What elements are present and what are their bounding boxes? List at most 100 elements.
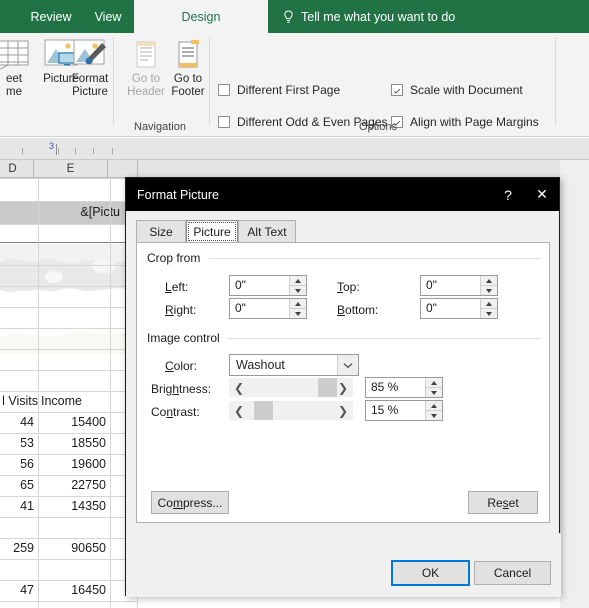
different-first-page-label: Different First Page: [237, 83, 341, 97]
table-row[interactable]: 53: [0, 436, 34, 450]
stepper-down[interactable]: [290, 309, 306, 318]
ribbon-tab-design[interactable]: Design: [134, 0, 268, 33]
ribbon-tab-review[interactable]: Review: [20, 0, 82, 33]
ribbon-content: eet me Picture Format Picture Go to Head…: [0, 33, 589, 137]
stepper-down[interactable]: [481, 309, 497, 318]
contrast-value: 15 %: [371, 403, 399, 417]
color-combo[interactable]: Washout: [229, 354, 359, 376]
table-row[interactable]: 16450: [41, 583, 106, 597]
table-row[interactable]: 259: [0, 541, 34, 555]
stepper-down[interactable]: [481, 286, 497, 295]
crop-top-stepper[interactable]: [480, 276, 497, 295]
chevron-down-icon[interactable]: [337, 355, 358, 375]
crop-top-value: 0": [426, 278, 437, 292]
align-with-page-margins-label: Align with Page Margins: [410, 115, 539, 129]
crop-right-field[interactable]: 0": [229, 298, 307, 319]
tell-me-search[interactable]: Tell me what you want to do: [283, 0, 455, 33]
picture-header-cell[interactable]: &[Pictu: [0, 205, 120, 219]
crop-right-label: Right:: [165, 303, 197, 317]
tab-size[interactable]: Size: [136, 220, 186, 242]
brightness-value: 85 %: [371, 380, 399, 394]
stepper-up[interactable]: [481, 299, 497, 308]
table-row[interactable]: 47: [0, 583, 34, 597]
scale-with-document-checkbox[interactable]: Scale with Document: [391, 83, 523, 97]
table-row[interactable]: 41: [0, 499, 34, 513]
ribbon-tab-review-label: Review: [30, 9, 72, 24]
slider-increase-icon[interactable]: ❯: [333, 378, 353, 397]
crop-left-label: Left:: [165, 280, 189, 294]
go-to-footer-button[interactable]: Go to Footer: [160, 37, 216, 99]
crop-from-group-rule: [209, 258, 541, 259]
cancel-button[interactable]: Cancel: [474, 561, 551, 585]
ok-button-label: OK: [421, 566, 440, 580]
question-mark-icon[interactable]: ?: [491, 178, 525, 211]
stepper-up[interactable]: [426, 401, 442, 410]
group-separator-options: [209, 37, 210, 125]
contrast-field[interactable]: 15 %: [365, 400, 443, 421]
different-first-page-checkbox[interactable]: Different First Page: [218, 83, 340, 97]
crop-bottom-field[interactable]: 0": [420, 298, 498, 319]
contrast-slider[interactable]: ❮ ❯: [229, 401, 353, 420]
column-header-d[interactable]: D: [0, 160, 34, 178]
tab-picture[interactable]: Picture: [186, 220, 238, 243]
crop-left-stepper[interactable]: [289, 276, 306, 295]
dialog-tab-strip: Size Picture Alt Text: [136, 220, 559, 243]
cancel-button-label: Cancel: [493, 566, 532, 580]
checkbox-box: [218, 84, 230, 96]
crop-from-group-label: Crop from: [147, 251, 207, 265]
contrast-slider-thumb[interactable]: [254, 401, 273, 420]
contrast-label: Contrast:: [151, 405, 200, 419]
tab-alt-text[interactable]: Alt Text: [238, 220, 296, 242]
image-control-group-label: Image control: [147, 331, 226, 345]
table-row[interactable]: 15400: [41, 415, 106, 429]
table-row[interactable]: 22750: [41, 478, 106, 492]
stepper-up[interactable]: [290, 299, 306, 308]
table-row[interactable]: 18550: [41, 436, 106, 450]
crop-top-field[interactable]: 0": [420, 275, 498, 296]
ruler-number: 3: [49, 141, 55, 151]
close-icon[interactable]: ✕: [525, 178, 559, 211]
image-control-group-rule: [227, 338, 541, 339]
dialog-title-bar[interactable]: Format Picture ? ✕: [126, 178, 559, 211]
group-separator-right: [555, 37, 556, 125]
stepper-down[interactable]: [426, 388, 442, 397]
ribbon-tab-view-label: View: [94, 9, 122, 24]
table-row[interactable]: 14350: [41, 499, 106, 513]
compress-button[interactable]: Compress...: [151, 491, 229, 514]
format-picture-button[interactable]: Format Picture: [62, 37, 118, 99]
table-row[interactable]: 90650: [41, 541, 106, 555]
go-to-footer-label-1: Go to: [173, 73, 203, 85]
color-label: Color:: [165, 359, 198, 373]
format-picture-label-1: Format: [71, 73, 109, 85]
slider-decrease-icon[interactable]: ❮: [229, 378, 249, 397]
ok-button[interactable]: OK: [391, 560, 470, 586]
stepper-down[interactable]: [426, 411, 442, 420]
stepper-up[interactable]: [426, 378, 442, 387]
reset-button[interactable]: Reset: [468, 491, 538, 514]
table-row[interactable]: 65: [0, 478, 34, 492]
crop-left-field[interactable]: 0": [229, 275, 307, 296]
stepper-up[interactable]: [290, 276, 306, 285]
column-header-e[interactable]: E: [34, 160, 108, 178]
slider-increase-icon[interactable]: ❯: [333, 401, 353, 420]
slider-decrease-icon[interactable]: ❮: [229, 401, 249, 420]
lightbulb-icon: [283, 9, 294, 24]
table-row[interactable]: 19600: [41, 457, 106, 471]
brightness-stepper[interactable]: [425, 378, 442, 397]
brightness-field[interactable]: 85 %: [365, 377, 443, 398]
crop-bottom-stepper[interactable]: [480, 299, 497, 318]
column-header-f[interactable]: [108, 160, 138, 178]
worksheet-right-gutter: [560, 160, 589, 608]
ribbon-tab-view[interactable]: View: [82, 0, 134, 33]
stepper-up[interactable]: [481, 276, 497, 285]
table-row[interactable]: 56: [0, 457, 34, 471]
brightness-slider[interactable]: ❮ ❯: [229, 378, 353, 397]
crop-right-stepper[interactable]: [289, 299, 306, 318]
stepper-down[interactable]: [290, 286, 306, 295]
contrast-stepper[interactable]: [425, 401, 442, 420]
group-label-options: Options: [359, 121, 397, 133]
ribbon-tab-strip: Review View Design Tell me what you want…: [0, 0, 589, 33]
column-header-row: D E: [0, 160, 589, 178]
table-row[interactable]: 44: [0, 415, 34, 429]
brightness-label: Brightness:: [151, 382, 212, 396]
